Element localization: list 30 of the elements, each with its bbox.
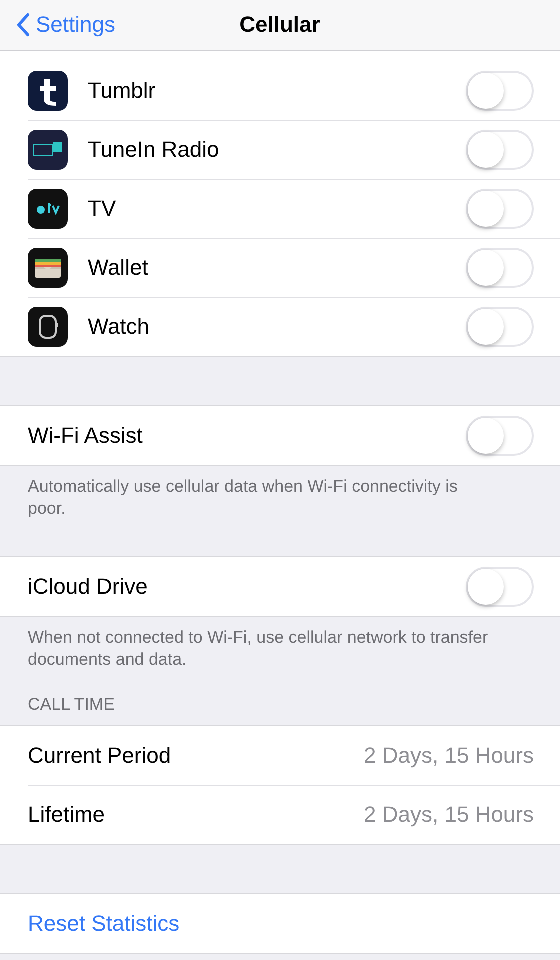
- back-button[interactable]: Settings: [0, 12, 116, 38]
- setting-label: Current Period: [28, 742, 172, 768]
- section-footer: When not connected to Wi-Fi, use cellular network to transfer documents and data.: [28, 628, 488, 669]
- page-title: Cellular: [240, 12, 320, 38]
- chevron-left-icon: [16, 13, 30, 37]
- toggle-switch[interactable]: [466, 70, 534, 110]
- app-icon: [28, 130, 68, 170]
- toggle-switch[interactable]: [466, 306, 534, 346]
- setting-label: Wi-Fi Assist: [28, 422, 144, 448]
- setting-value: 2 Days, 15 Hours: [364, 742, 534, 768]
- app-name: Watch: [88, 314, 151, 340]
- toggle-switch[interactable]: [466, 130, 534, 170]
- app-name: Tumblr: [88, 78, 157, 104]
- section-header: CALL TIME: [28, 695, 115, 714]
- app-icon: [28, 188, 68, 228]
- reset-statistics-link[interactable]: Reset Statistics: [28, 910, 180, 936]
- app-name: Wallet: [88, 254, 150, 280]
- setting-label: Lifetime: [28, 802, 106, 828]
- app-icon: [28, 70, 68, 110]
- setting-label: iCloud Drive: [28, 574, 149, 600]
- toggle-switch[interactable]: [466, 248, 534, 288]
- toggle-switch[interactable]: [466, 566, 534, 606]
- toggle-switch[interactable]: [466, 416, 534, 456]
- section-footer: Automatically use cellular data when Wi-Fi connectivity is poor.: [28, 477, 458, 518]
- app-name: TuneIn Radio: [88, 136, 220, 162]
- setting-value: 2 Days, 15 Hours: [364, 802, 534, 828]
- toggle-switch[interactable]: [466, 188, 534, 228]
- app-name: TV: [88, 196, 118, 222]
- watch-icon: [28, 306, 68, 346]
- wallet-icon: [28, 248, 68, 288]
